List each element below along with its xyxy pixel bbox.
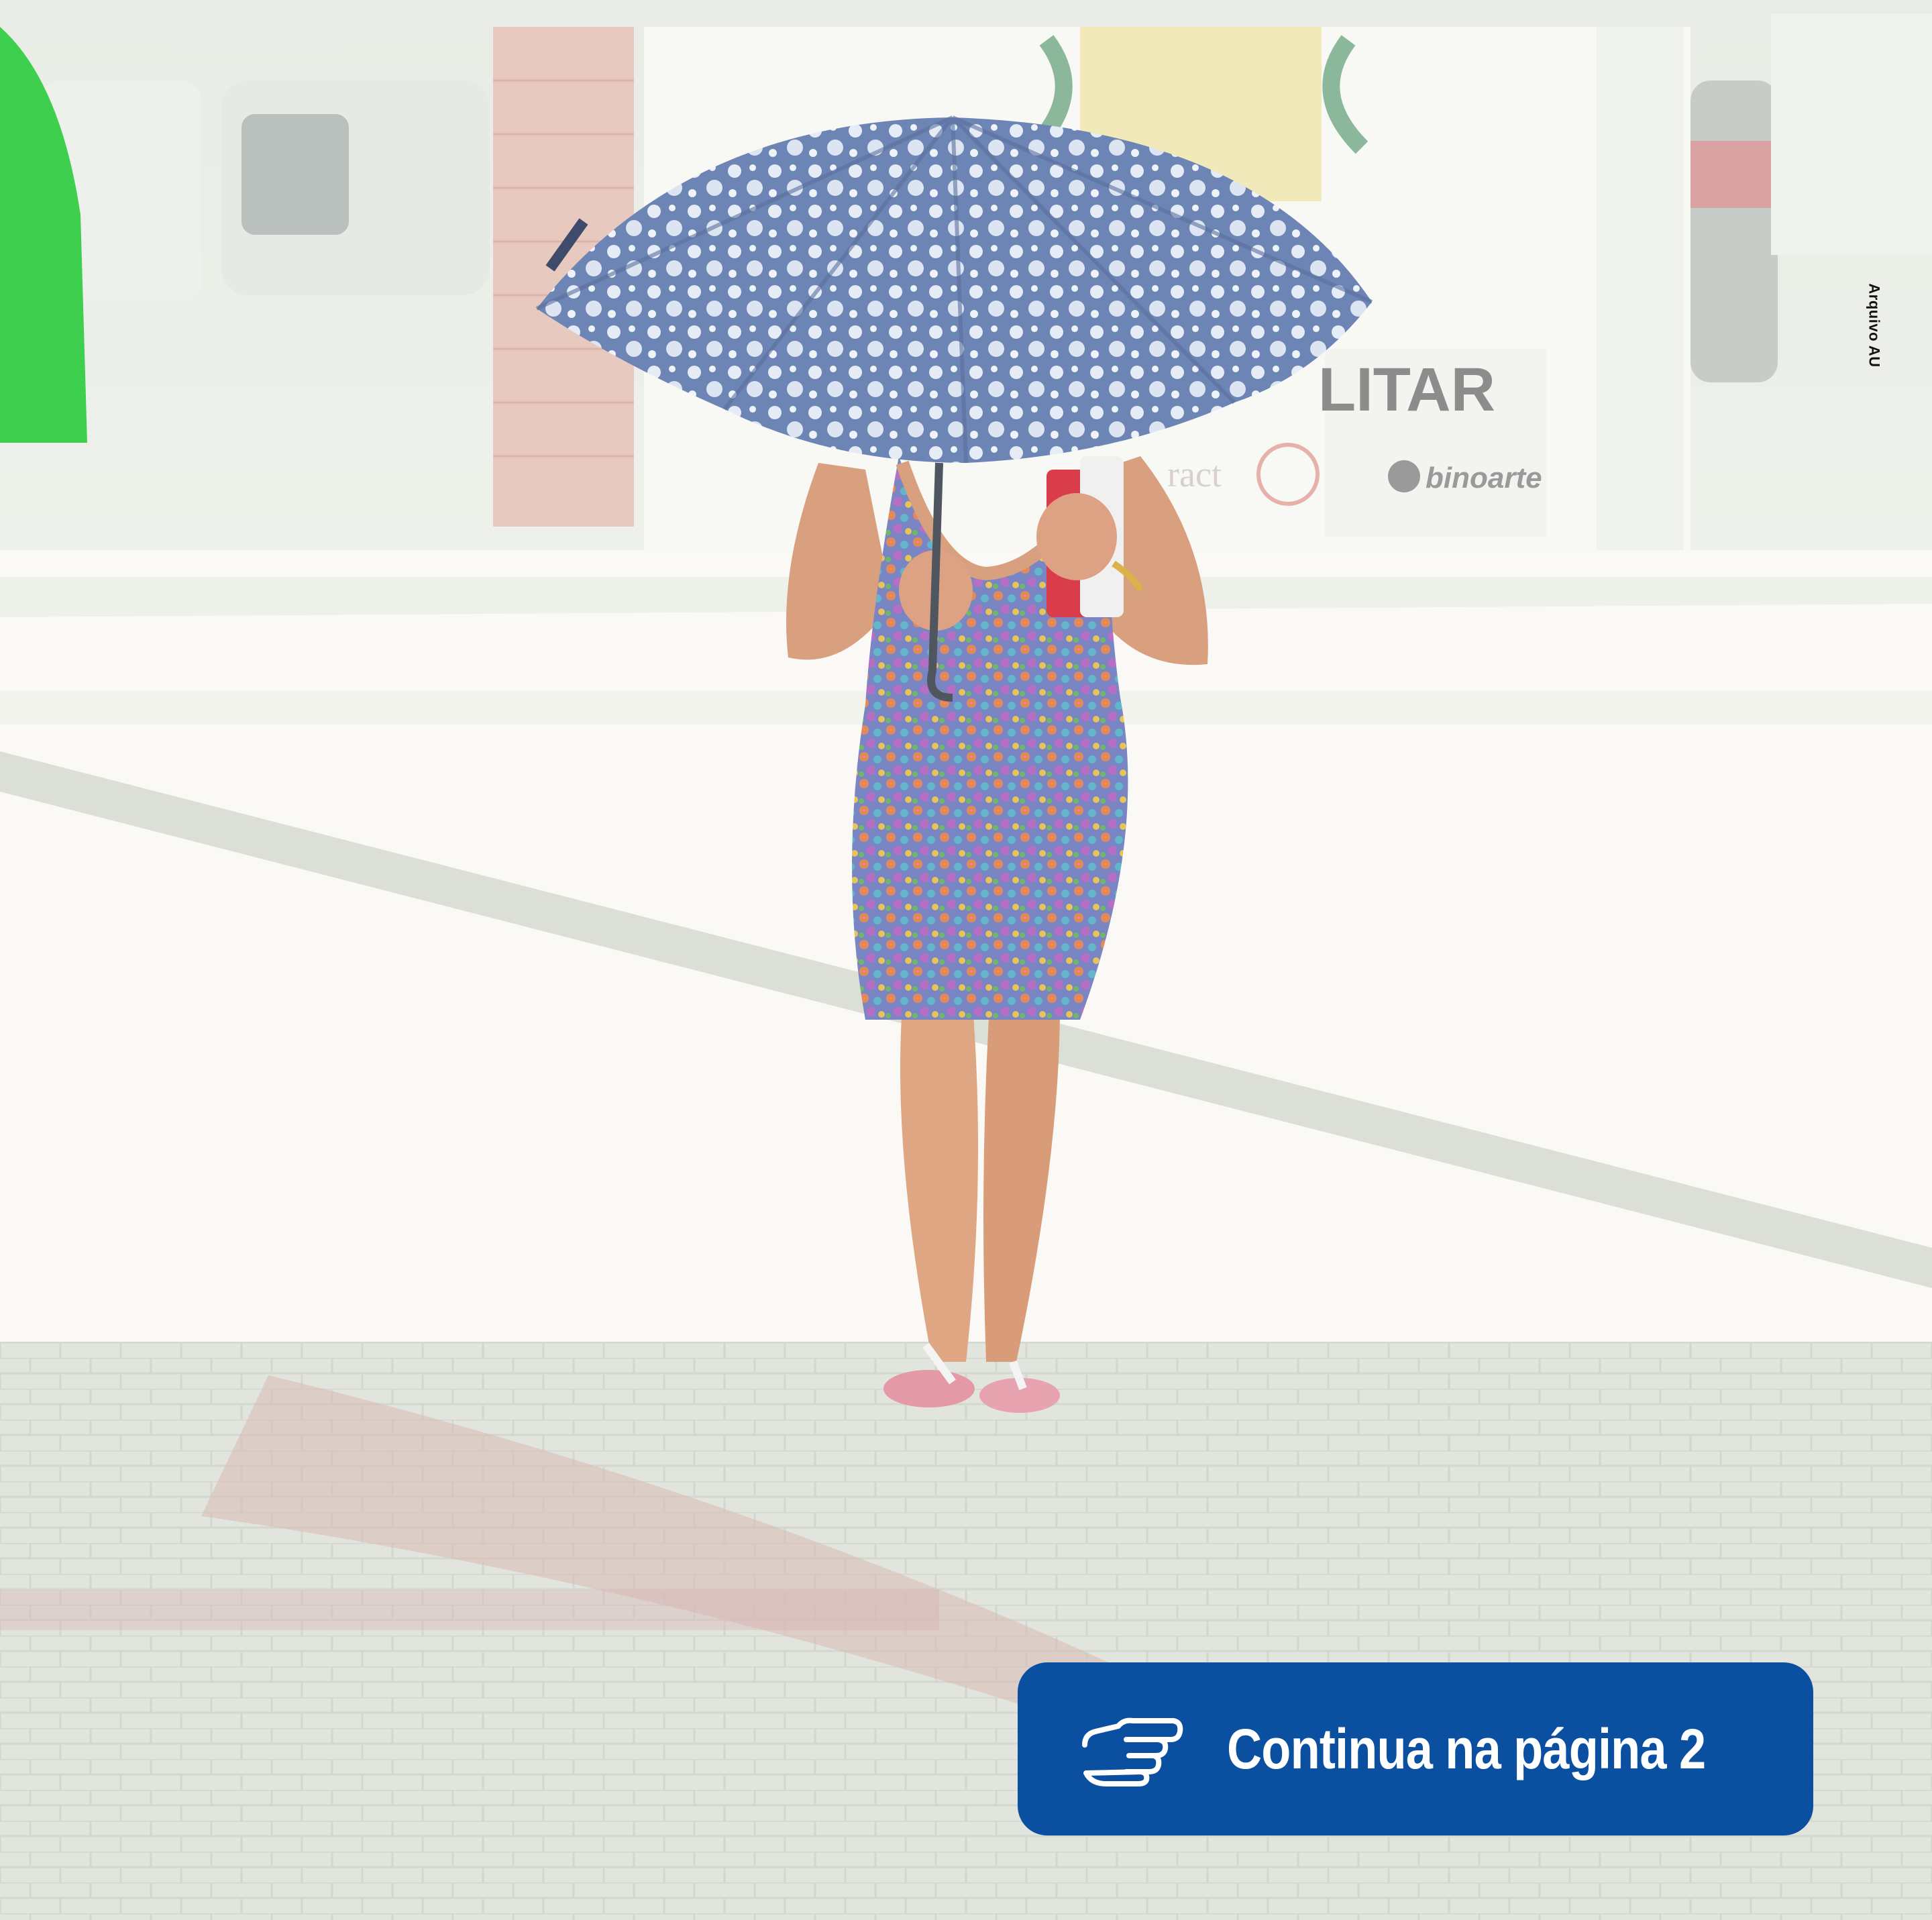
sign-logo-text-2: ract (1167, 454, 1222, 494)
continue-on-page-2-button[interactable]: Continua na página 2 (1018, 1662, 1813, 1835)
photo-credit: Arquivo AU (1834, 283, 1915, 368)
street-photo: LITAR ract binoarte (0, 0, 1932, 1920)
sign-logo-text: binoarte (1426, 462, 1542, 494)
sign-text: LITAR (1318, 356, 1495, 424)
photo-credit-text: Arquivo AU (1866, 283, 1883, 368)
pointing-hand-icon (1082, 1717, 1183, 1786)
page: LITAR ract binoarte Arquivo AU Continua … (0, 0, 1932, 1920)
continue-button-label: Continua na página 2 (1227, 1717, 1706, 1780)
